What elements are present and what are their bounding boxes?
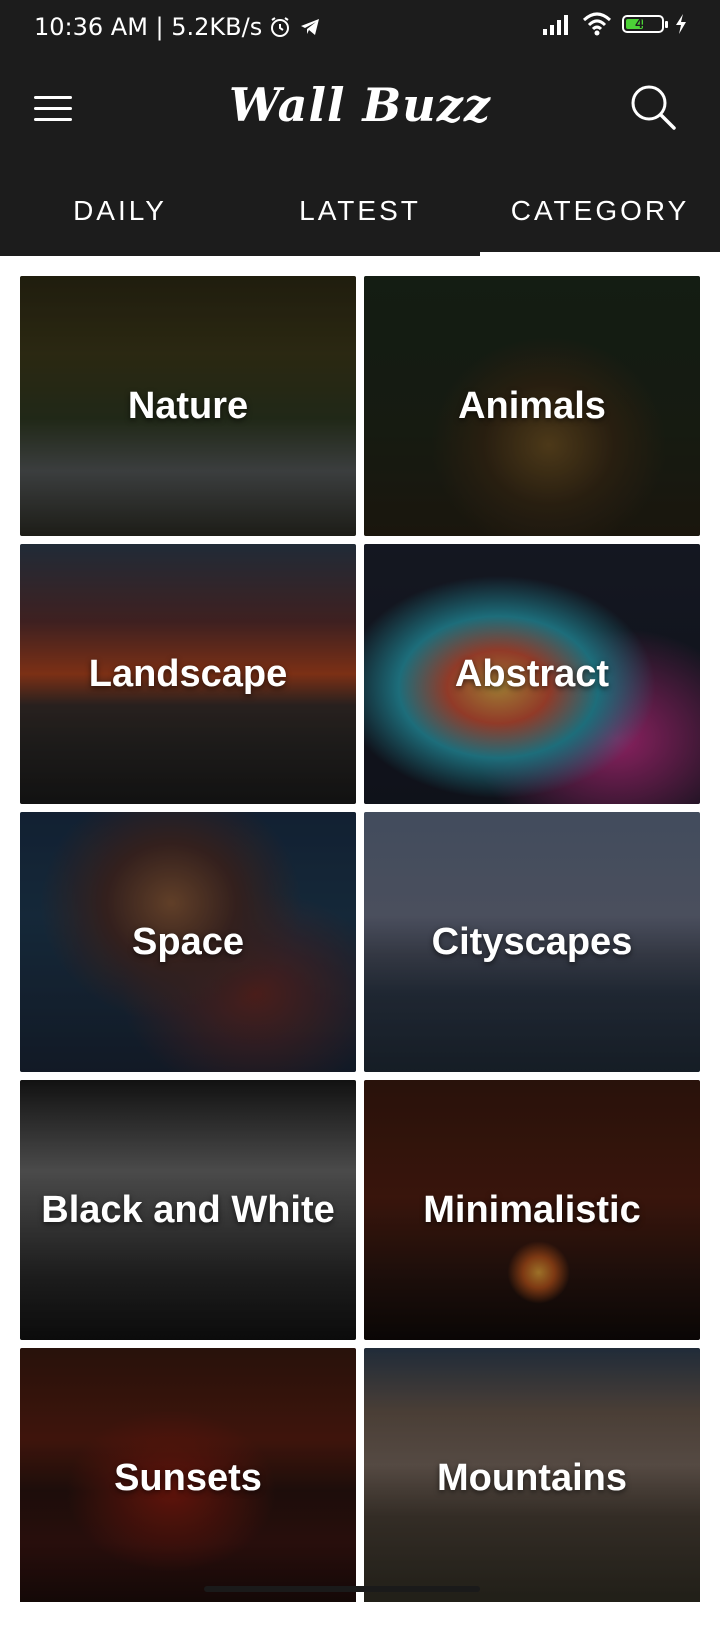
tab-bar: DAILY LATEST CATEGORY — [0, 166, 720, 256]
tab-daily[interactable]: DAILY — [0, 166, 240, 256]
alarm-icon — [271, 17, 290, 37]
category-label: Cityscapes — [431, 920, 633, 963]
search-icon[interactable] — [626, 80, 680, 134]
category-label: Nature — [127, 384, 249, 427]
category-label: Minimalistic — [423, 1188, 641, 1231]
category-tile-sunsets[interactable]: Sunsets — [20, 1348, 356, 1602]
category-label: Abstract — [454, 652, 610, 695]
category-tile-space[interactable]: Space — [20, 812, 356, 1072]
tab-latest[interactable]: LATEST — [240, 166, 480, 256]
wifi-icon — [582, 12, 612, 36]
category-label: Animals — [458, 384, 606, 427]
app-title: Wall Buzz — [229, 78, 491, 132]
category-tile-black-and-white[interactable]: Black and White — [20, 1080, 356, 1340]
signal-icon — [543, 15, 568, 35]
category-label: Landscape — [88, 652, 288, 695]
category-tile-nature[interactable]: Nature — [20, 276, 356, 536]
tab-label: LATEST — [299, 195, 421, 226]
category-label: Space — [132, 920, 244, 963]
category-label: Sunsets — [114, 1456, 262, 1499]
tab-category[interactable]: CATEGORY — [480, 166, 720, 256]
category-tile-cityscapes[interactable]: Cityscapes — [364, 812, 700, 1072]
tab-label: CATEGORY — [510, 195, 690, 226]
battery-level: 49 — [635, 15, 651, 31]
battery-icon: 49 — [622, 15, 668, 33]
charging-icon — [676, 14, 686, 34]
category-tile-minimalistic[interactable]: Minimalistic — [364, 1080, 700, 1340]
home-indicator[interactable] — [204, 1586, 480, 1592]
telegram-icon — [301, 19, 320, 35]
status-time-speed: 10:36 AM | 5.2KB/s — [34, 13, 263, 41]
category-tile-animals[interactable]: Animals — [364, 276, 700, 536]
app-bar: Wall Buzz — [0, 56, 720, 166]
wall-buzz-screen: 10:36 AM | 5.2KB/s 49 Wall Buzz DAILY LA… — [0, 0, 720, 1650]
battery-tip — [665, 21, 668, 28]
tab-label: DAILY — [73, 195, 167, 226]
category-tile-abstract[interactable]: Abstract — [364, 544, 700, 804]
status-right: 49 — [542, 12, 688, 36]
category-grid: Nature Animals Landscape Abstract Space … — [20, 276, 700, 1602]
category-tile-landscape[interactable]: Landscape — [20, 544, 356, 804]
status-left: 10:36 AM | 5.2KB/s — [34, 13, 322, 41]
status-bar: 10:36 AM | 5.2KB/s 49 — [0, 0, 720, 56]
category-label: Black and White — [41, 1188, 335, 1231]
category-label: Mountains — [437, 1456, 627, 1499]
category-tile-mountains[interactable]: Mountains — [364, 1348, 700, 1602]
